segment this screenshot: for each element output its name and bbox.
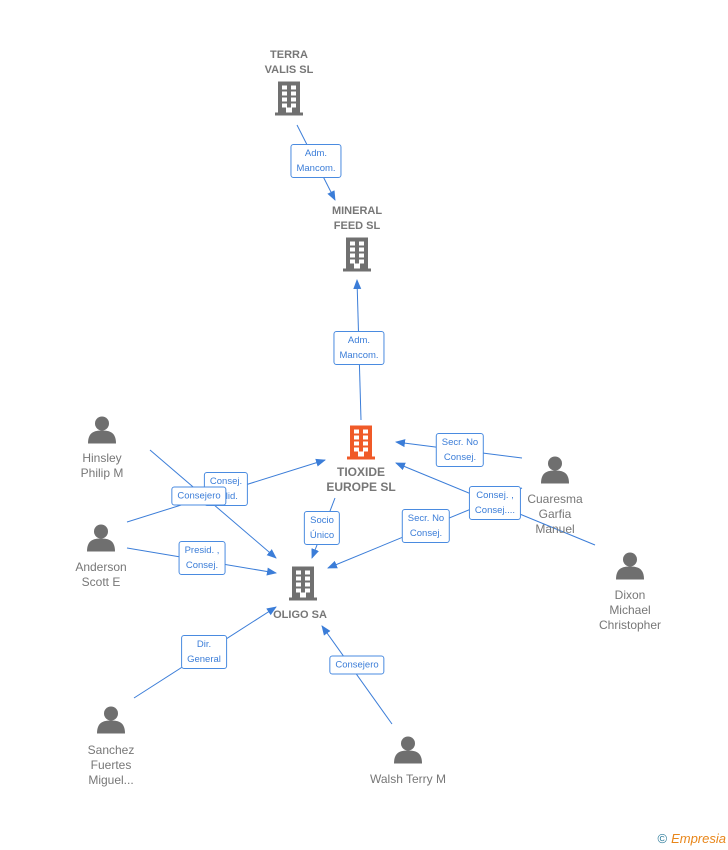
person-name[interactable]: Sanchez Fuertes Miguel... xyxy=(88,743,135,788)
person-name[interactable]: Dixon Michael Christopher xyxy=(599,588,661,633)
person-name[interactable]: Hinsley Philip M xyxy=(81,451,124,481)
empresia-logo: © Empresia xyxy=(657,831,726,846)
person-icon[interactable] xyxy=(88,416,116,449)
relation-label[interactable]: Secr. No Consej. xyxy=(435,433,485,467)
company-name[interactable]: TERRA VALIS SL xyxy=(265,48,314,78)
relation-label[interactable]: Socio Único xyxy=(303,511,341,545)
relation-label[interactable]: Adm. Mancom. xyxy=(333,331,385,365)
building-icon[interactable] xyxy=(347,425,375,465)
relation-label[interactable]: Presid. , Consej. xyxy=(178,541,226,575)
person-name[interactable]: Anderson Scott E xyxy=(75,560,126,590)
person-icon[interactable] xyxy=(394,736,422,769)
relation-label[interactable]: Consejero xyxy=(329,655,385,675)
company-name[interactable]: OLIGO SA xyxy=(273,608,327,623)
building-icon[interactable] xyxy=(275,81,303,121)
relation-label[interactable]: Dir. General xyxy=(181,635,227,669)
person-name[interactable]: Cuaresma Garfia Manuel xyxy=(527,492,582,537)
company-name[interactable]: MINERAL FEED SL xyxy=(332,204,382,234)
person-icon[interactable] xyxy=(541,456,569,489)
building-icon[interactable] xyxy=(343,237,371,277)
relation-label[interactable]: Adm. Mancom. xyxy=(290,144,342,178)
building-icon[interactable] xyxy=(289,566,317,606)
person-icon[interactable] xyxy=(97,706,125,739)
person-name[interactable]: Walsh Terry M xyxy=(370,772,446,787)
company-name[interactable]: TIOXIDE EUROPE SL xyxy=(326,465,395,495)
person-icon[interactable] xyxy=(87,524,115,557)
edge-line xyxy=(321,625,393,725)
relation-label[interactable]: Secr. No Consej. xyxy=(401,509,451,543)
relation-label[interactable]: Consej. , Consej.... xyxy=(468,486,522,520)
relation-label[interactable]: Consejero xyxy=(171,486,227,506)
person-icon[interactable] xyxy=(616,552,644,585)
